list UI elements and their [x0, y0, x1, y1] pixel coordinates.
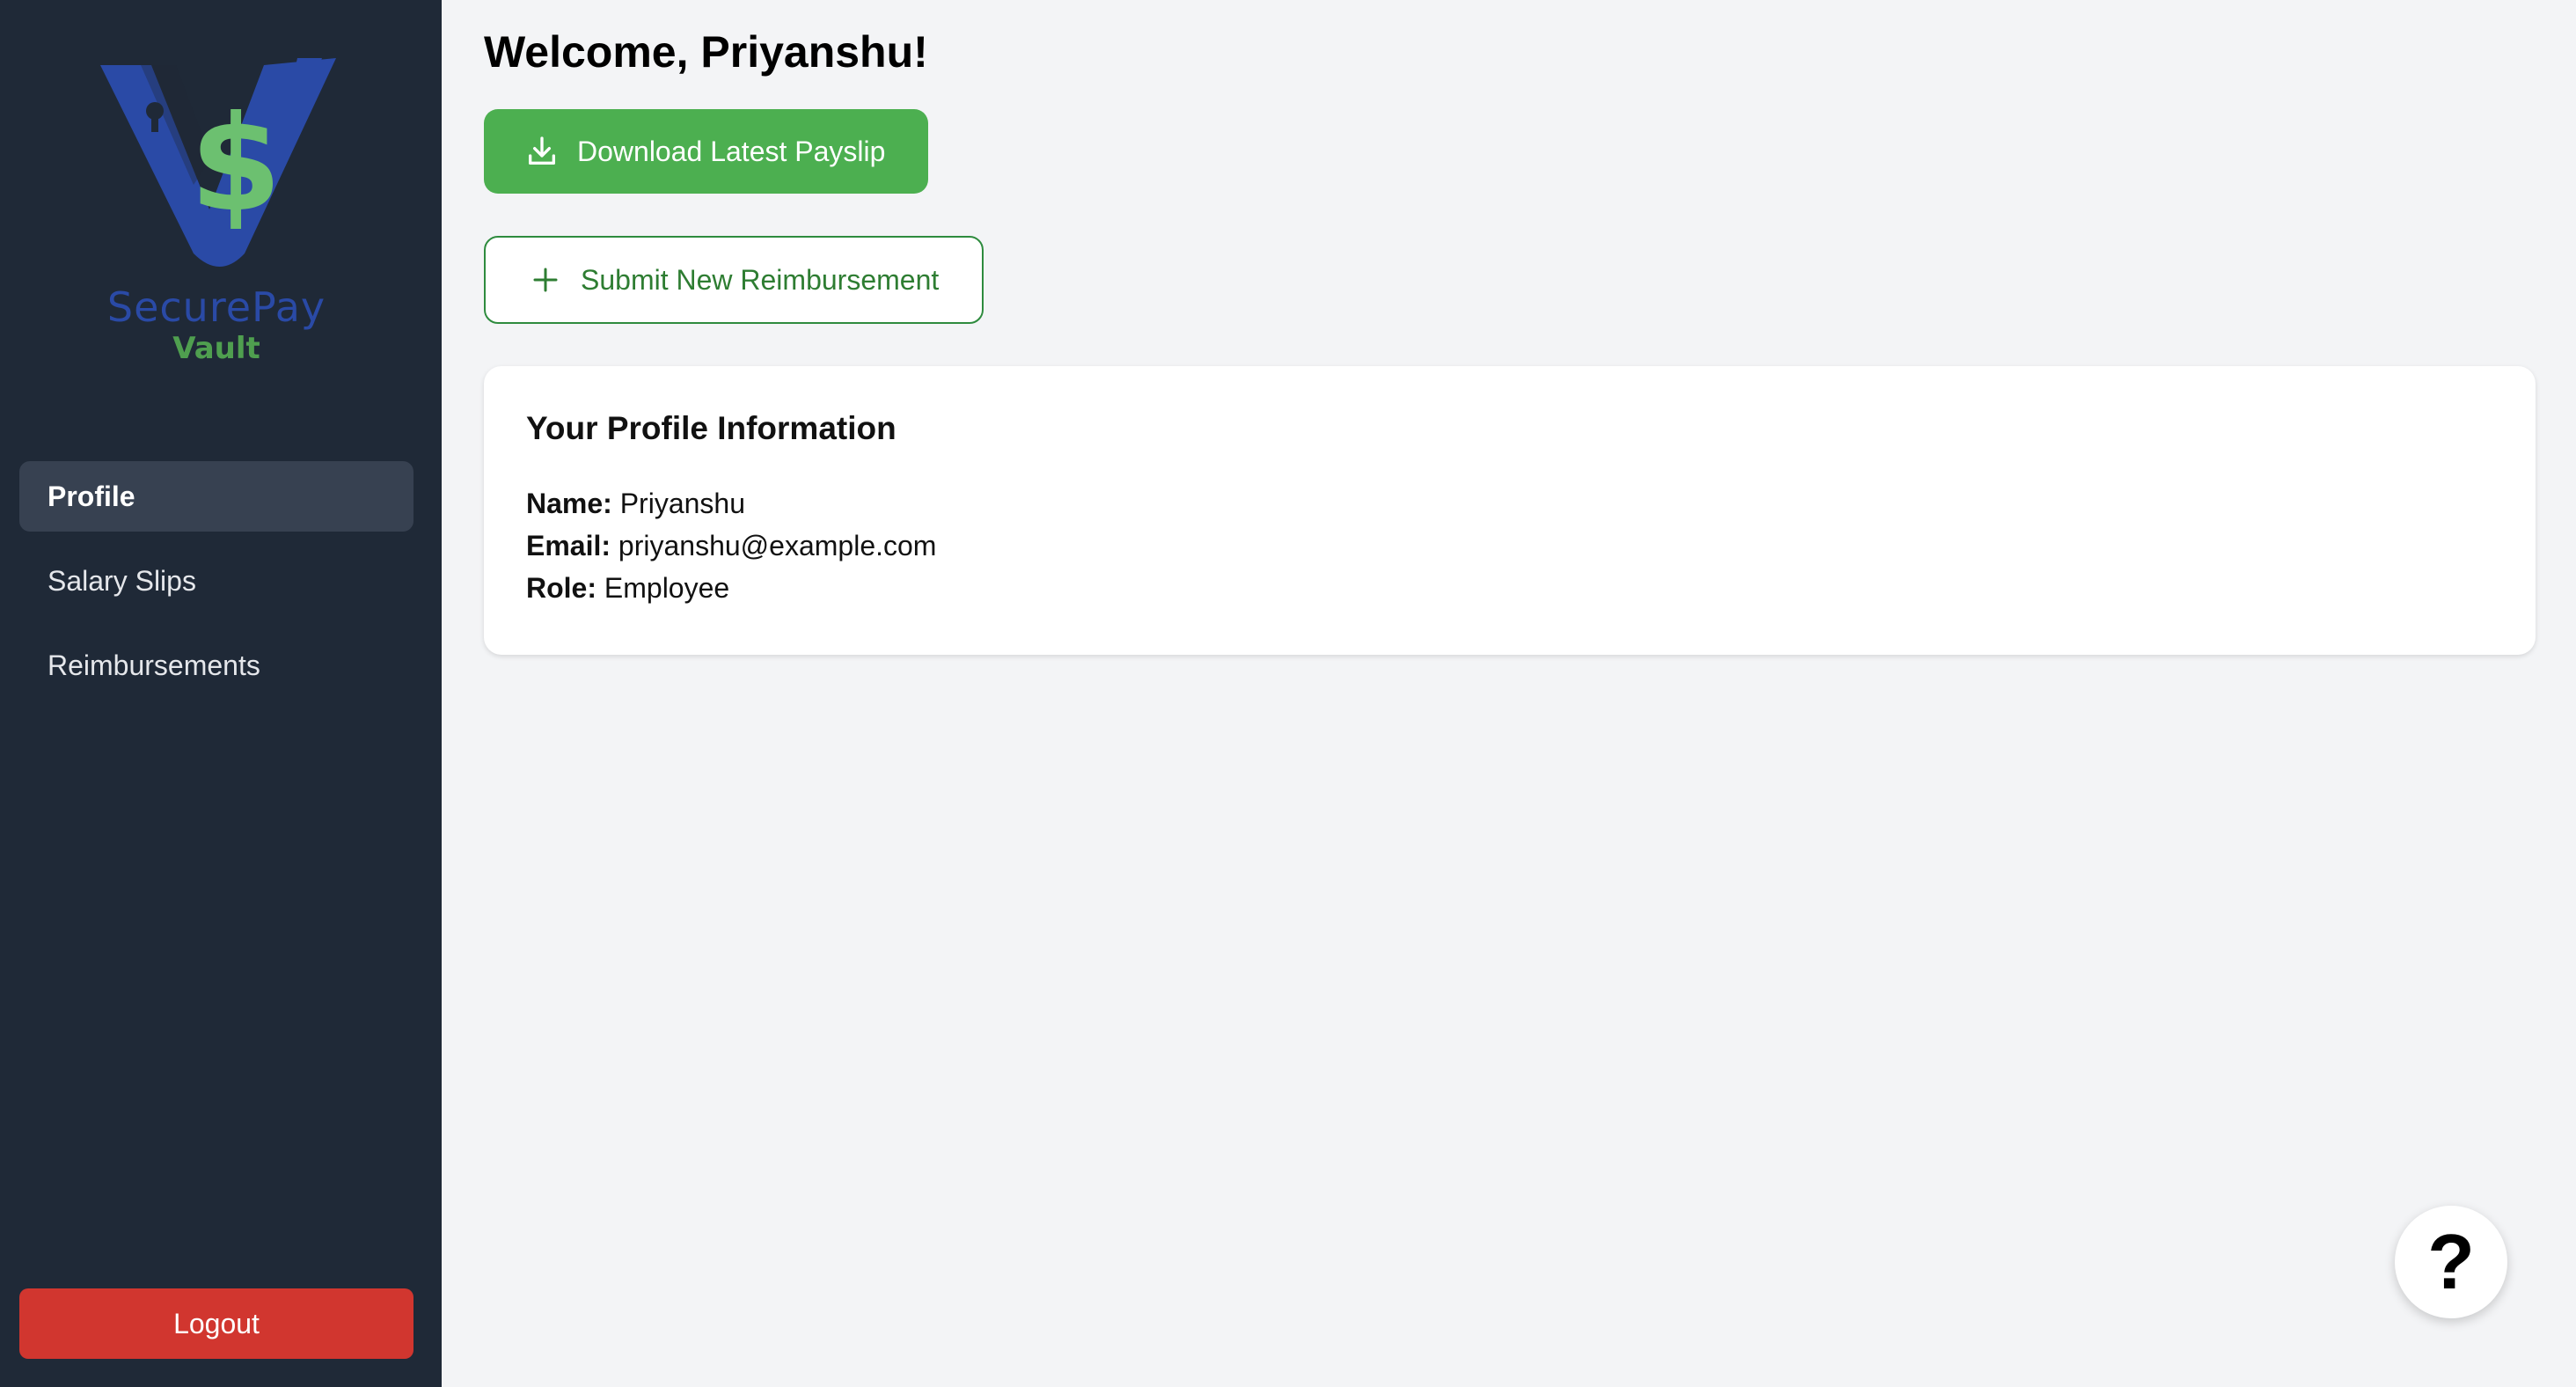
profile-card-title: Your Profile Information: [526, 410, 896, 446]
svg-text:$: $: [190, 88, 282, 241]
email-value: priyanshu@example.com: [618, 530, 937, 561]
sidebar-item-profile[interactable]: Profile: [19, 461, 413, 532]
logout-button[interactable]: Logout: [19, 1288, 413, 1359]
app-logo: $ SecurePay Vault: [88, 53, 345, 370]
sidebar-item-label: Salary Slips: [48, 564, 196, 597]
submit-button-label: Submit New Reimbursement: [581, 263, 940, 296]
download-button-label: Download Latest Payslip: [577, 135, 886, 167]
logo-subtitle: Vault: [172, 331, 260, 366]
help-icon: ?: [2427, 1218, 2475, 1305]
role-value: Employee: [604, 572, 730, 604]
sidebar-item-reimbursements[interactable]: Reimbursements: [19, 630, 413, 701]
profile-card: Your Profile Information Name: Priyanshu…: [484, 366, 2536, 655]
profile-role-row: Role: Employee: [526, 567, 2493, 609]
sidebar-item-label: Profile: [48, 480, 135, 512]
sidebar-item-label: Reimbursements: [48, 649, 260, 681]
help-button[interactable]: ?: [2395, 1206, 2507, 1318]
logo-title: SecurePay: [106, 283, 326, 331]
role-label: Role:: [526, 572, 596, 604]
plus-icon: [533, 268, 558, 292]
name-value: Priyanshu: [619, 488, 745, 519]
submit-reimbursement-button[interactable]: Submit New Reimbursement: [484, 236, 984, 324]
sidebar-nav: Profile Salary Slips Reimbursements: [19, 461, 413, 715]
email-label: Email:: [526, 530, 611, 561]
download-icon: [529, 136, 555, 165]
download-payslip-button[interactable]: Download Latest Payslip: [484, 109, 928, 194]
sidebar: $ SecurePay Vault Profile Salary Slips R…: [0, 0, 442, 1387]
profile-name-row: Name: Priyanshu: [526, 482, 2493, 525]
page-title: Welcome, Priyanshu!: [484, 27, 928, 77]
name-label: Name:: [526, 488, 612, 519]
sidebar-item-salary-slips[interactable]: Salary Slips: [19, 546, 413, 616]
profile-email-row: Email: priyanshu@example.com: [526, 525, 2493, 567]
shield-dollar-logo-icon: $: [100, 58, 336, 267]
